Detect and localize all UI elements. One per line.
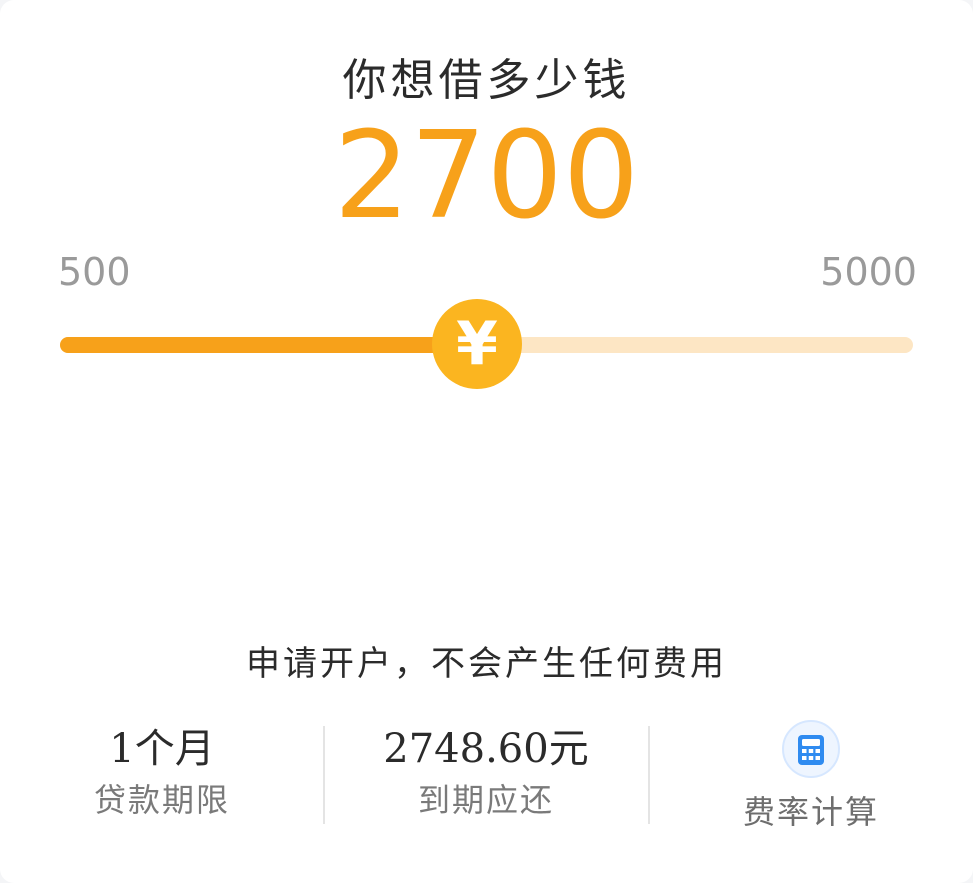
loan-amount: 2700 (333, 107, 640, 246)
calculator-icon (782, 720, 840, 778)
loan-card: 你想借多少钱 2700 500 5000 ¥ 申请开户，不会产生任何费用 1个月… (0, 0, 973, 883)
loan-term[interactable]: 1个月 贷款期限 (0, 720, 324, 830)
repay-amount-value: 2748.60元 (383, 726, 589, 772)
range-max-label: 5000 (820, 250, 917, 294)
range-min-label: 500 (58, 250, 131, 294)
loan-term-label: 贷款期限 (93, 781, 230, 819)
repay-amount: 2748.60元 到期应还 (324, 720, 648, 830)
rate-calculator-label: 费率计算 (742, 793, 879, 831)
loan-info-bar: 1个月 贷款期限 2748.60元 到期应还 费率计算 (0, 720, 973, 831)
rate-calculator-button[interactable]: 费率计算 (649, 720, 973, 831)
no-fee-notice: 申请开户，不会产生任何费用 (246, 644, 727, 684)
loan-term-value: 1个月 (109, 726, 215, 772)
yen-icon: ¥ (456, 309, 498, 379)
amount-slider-thumb[interactable]: ¥ (432, 299, 523, 389)
page-title: 你想借多少钱 (342, 55, 631, 106)
repay-amount-label: 到期应还 (417, 781, 554, 819)
amount-slider-fill (60, 337, 478, 353)
